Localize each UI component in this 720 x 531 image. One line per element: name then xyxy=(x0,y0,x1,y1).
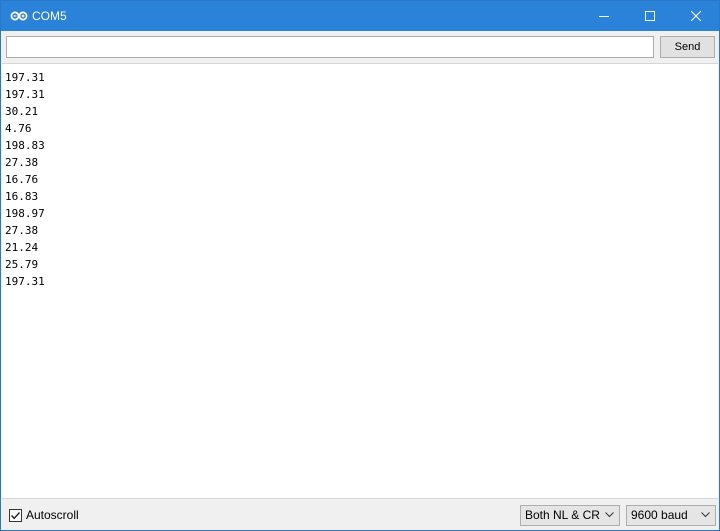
baud-rate-select[interactable]: 9600 baud xyxy=(626,505,716,526)
autoscroll-label: Autoscroll xyxy=(26,508,79,522)
line-ending-select[interactable]: Both NL & CR xyxy=(520,505,620,526)
output-line: 27.38 xyxy=(5,224,39,237)
chevron-down-icon xyxy=(605,512,614,518)
line-ending-value: Both NL & CR xyxy=(525,508,600,522)
autoscroll-toggle[interactable]: Autoscroll xyxy=(9,507,79,523)
output-line: 197.31 xyxy=(5,71,45,84)
send-toolbar: Send xyxy=(1,31,719,63)
output-line: 197.31 xyxy=(5,275,45,288)
output-line: 197.31 xyxy=(5,88,45,101)
send-button[interactable]: Send xyxy=(660,36,715,58)
title-bar[interactable]: COM5 xyxy=(1,1,719,31)
maximize-button[interactable] xyxy=(627,1,673,31)
window-title: COM5 xyxy=(32,9,67,23)
autoscroll-checkbox[interactable] xyxy=(9,508,22,522)
output-line: 25.79 xyxy=(5,258,39,271)
output-line: 16.83 xyxy=(5,190,39,203)
output-line: 16.76 xyxy=(5,173,39,186)
output-line: 21.24 xyxy=(5,241,39,254)
minimize-icon xyxy=(599,16,609,17)
checkmark-icon xyxy=(10,511,21,519)
serial-monitor-window: COM5 Send 197.31 197.31 30.21 4.76 198.83 27.… xyxy=(0,0,720,531)
status-bar: Autoscroll Both NL & CR 9600 baud xyxy=(1,500,719,530)
minimize-button[interactable] xyxy=(581,1,627,31)
close-icon xyxy=(691,11,701,21)
maximize-icon xyxy=(645,11,655,21)
send-input[interactable] xyxy=(6,36,654,58)
output-line: 4.76 xyxy=(5,122,32,135)
close-button[interactable] xyxy=(673,1,719,31)
baud-rate-value: 9600 baud xyxy=(631,508,688,522)
chevron-down-icon xyxy=(701,512,710,518)
output-line: 198.83 xyxy=(5,139,45,152)
output-line: 198.97 xyxy=(5,207,45,220)
output-line: 27.38 xyxy=(5,156,39,169)
arduino-infinity-icon xyxy=(10,11,28,21)
output-line: 30.21 xyxy=(5,105,39,118)
serial-output[interactable]: 197.31 197.31 30.21 4.76 198.83 27.38 16.76 16.… xyxy=(2,63,718,499)
